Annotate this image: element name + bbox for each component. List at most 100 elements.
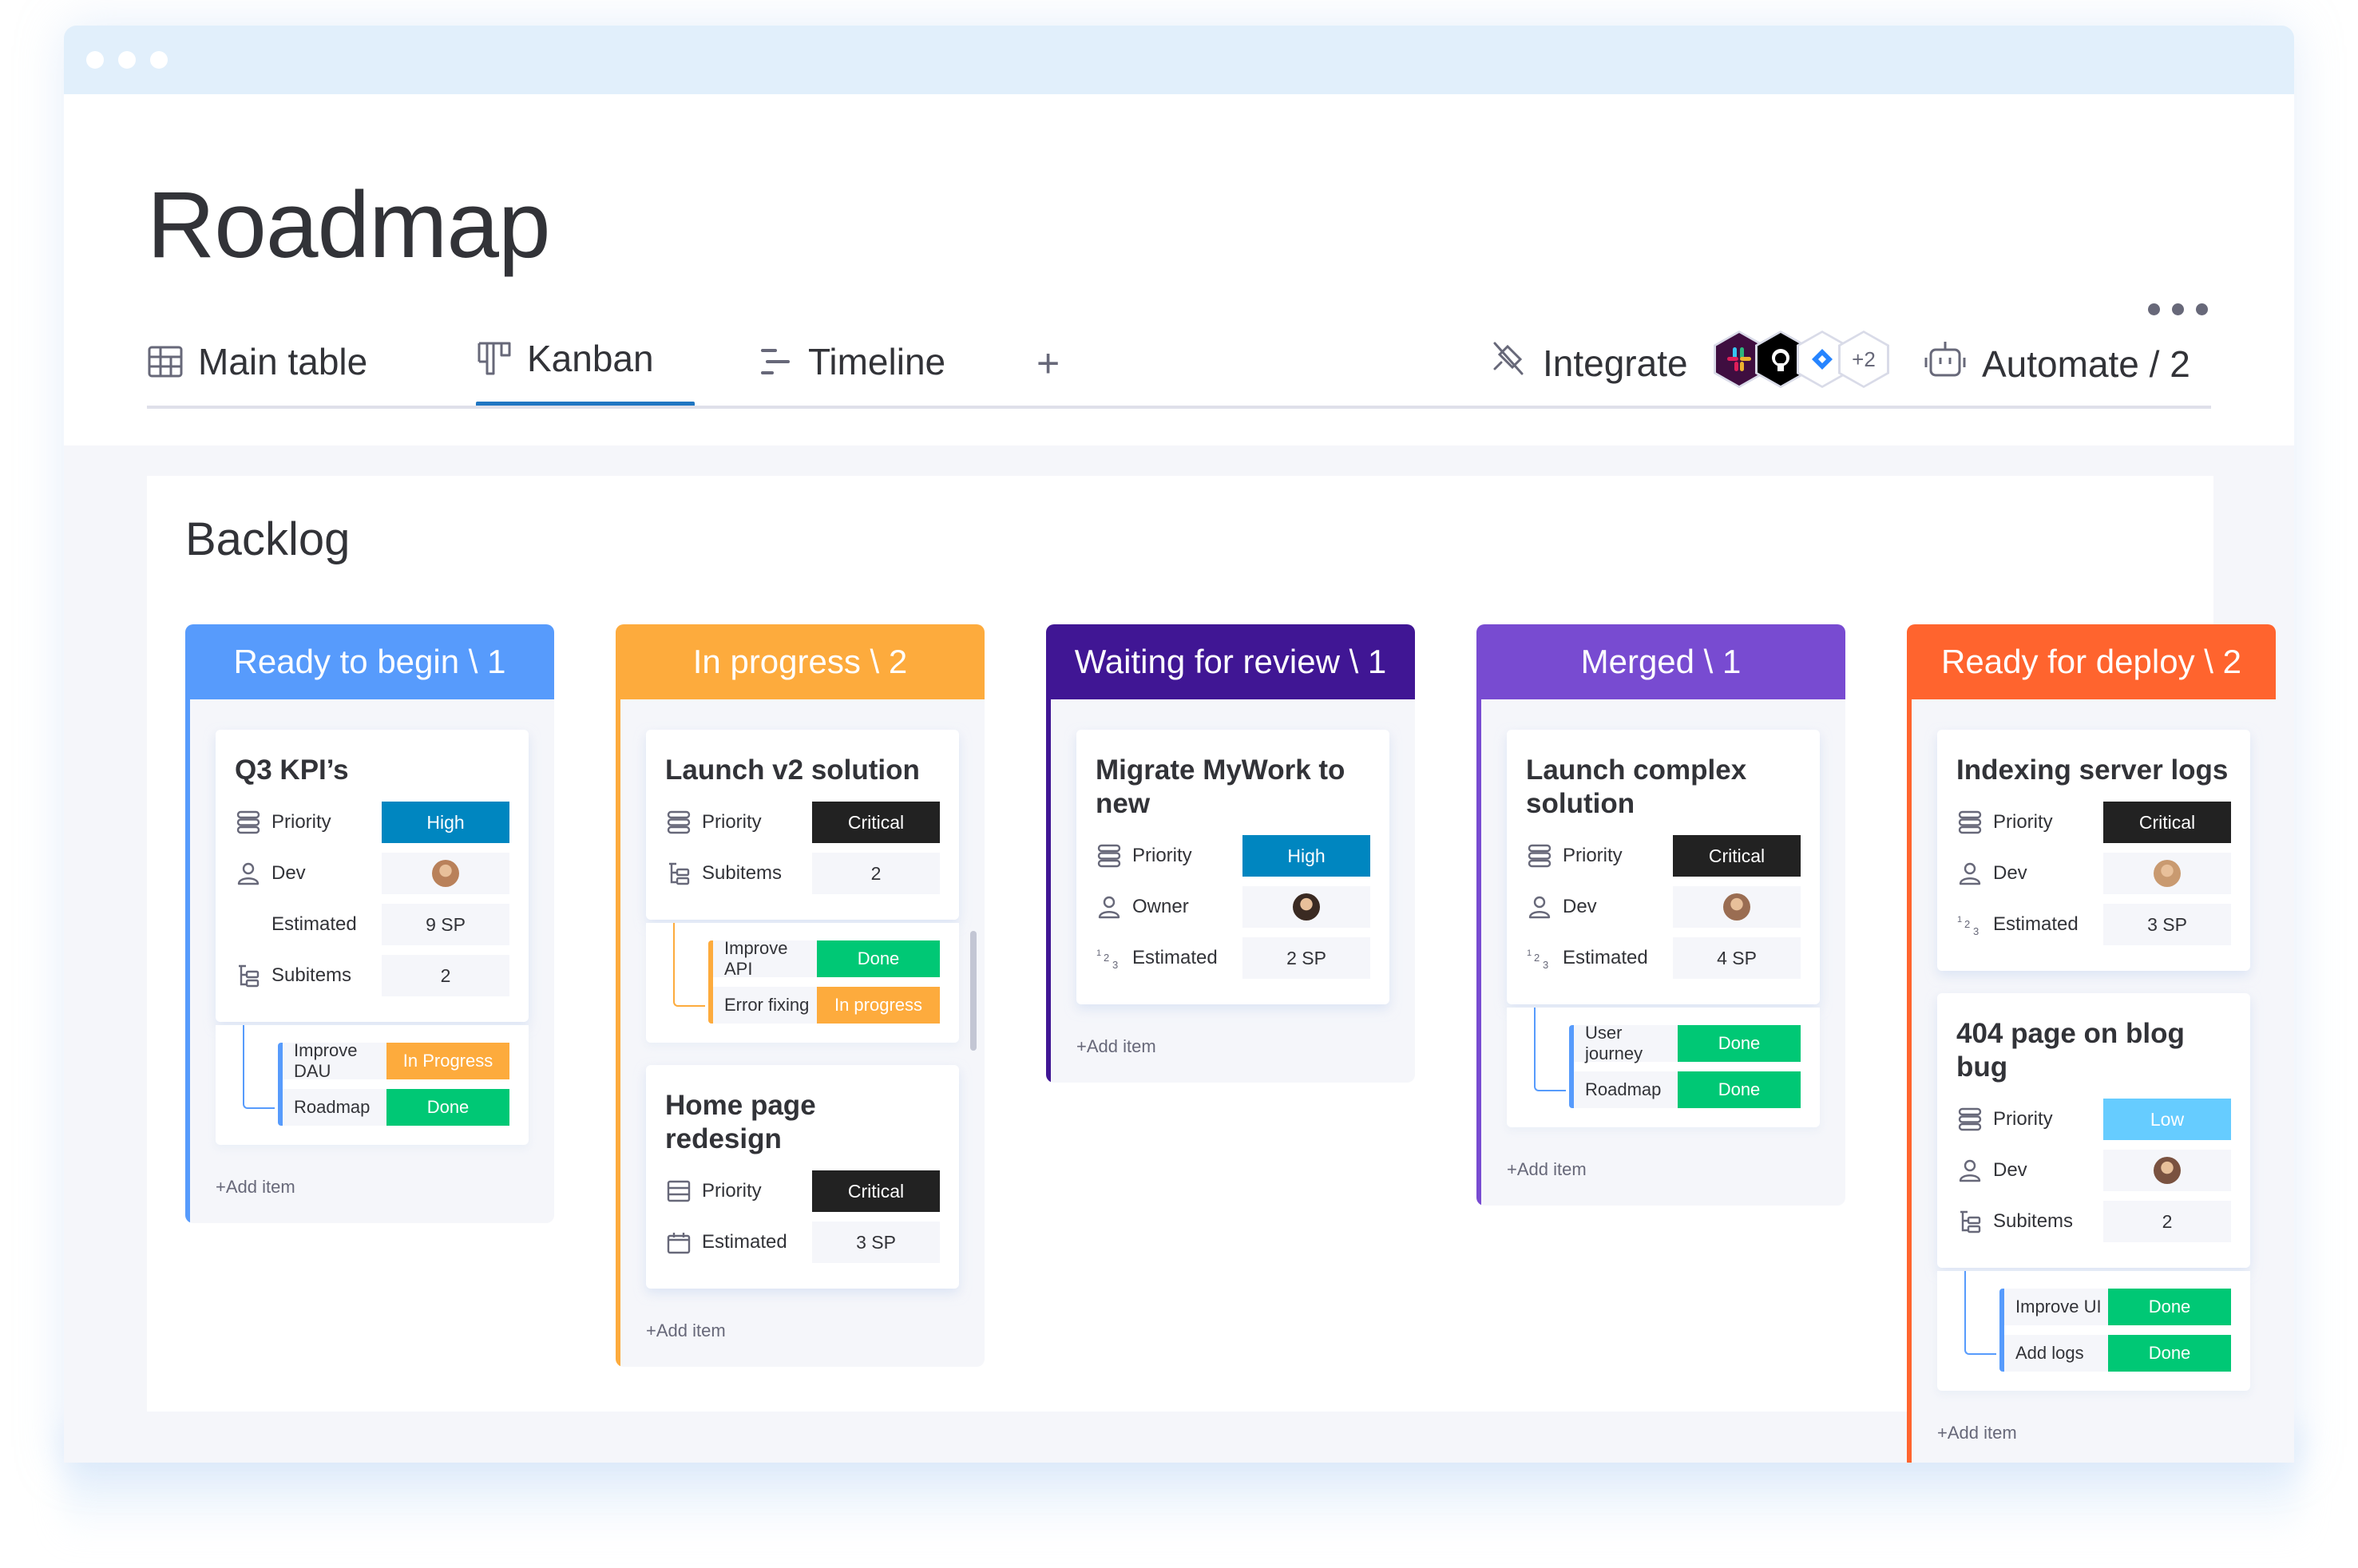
field-value[interactable]: 2 — [812, 853, 940, 894]
subitem-row[interactable]: Roadmap Done — [283, 1089, 509, 1126]
add-view-button[interactable]: + — [1036, 340, 1060, 386]
svg-text:3: 3 — [1973, 925, 1979, 936]
add-item-button[interactable]: +Add item — [646, 1321, 959, 1341]
window-controls — [86, 51, 168, 69]
more-integrations-badge: +2 — [1838, 331, 1889, 388]
field-value[interactable]: 2 — [2103, 1201, 2231, 1242]
column-header[interactable]: In progress \ 2 — [616, 624, 985, 699]
kanban-board: Backlog Ready to begin \ 1 Q3 KPI’s Priori… — [147, 476, 2276, 1463]
kanban-card[interactable]: Migrate MyWork to new Priority High Owner 1 2… — [1076, 730, 1389, 1004]
automate-button[interactable]: Automate / 2 — [1924, 340, 2190, 387]
subitems-list: Improve API Done Error fixing In progress — [708, 938, 940, 1024]
kanban-card[interactable]: Launch complex solution Priority Critical D… — [1507, 730, 1820, 1004]
subitem-row[interactable]: Roadmap Done — [1574, 1071, 1801, 1108]
field-value[interactable]: 4 SP — [1673, 937, 1801, 979]
status-badge[interactable]: Critical — [812, 802, 940, 843]
person-cell[interactable] — [1242, 886, 1370, 928]
window-dot-icon[interactable] — [86, 51, 104, 69]
card-title: Migrate MyWork to new — [1096, 754, 1345, 819]
status-badge[interactable]: High — [1242, 835, 1370, 877]
subitem-status-badge[interactable]: Done — [1678, 1071, 1801, 1108]
subitem-row[interactable]: User journey Done — [1574, 1023, 1801, 1063]
person-icon — [1526, 893, 1553, 921]
tab-main-table[interactable]: Main table — [147, 340, 367, 383]
subitems-icon — [1956, 1208, 1983, 1235]
column-scrollbar[interactable] — [970, 931, 977, 1051]
subitem-status-badge[interactable]: Done — [386, 1089, 509, 1126]
subitem-row[interactable]: Error fixing In progress — [713, 987, 940, 1024]
subitem-status-badge[interactable]: Done — [2108, 1289, 2231, 1325]
window-dot-icon[interactable] — [118, 51, 136, 69]
status-badge[interactable]: Critical — [1673, 835, 1801, 877]
kanban-card[interactable]: Home page redesign Priority Critical Estima… — [646, 1065, 959, 1289]
field-value[interactable]: 9 SP — [382, 904, 509, 945]
priority-icon — [1956, 809, 1983, 836]
subitems-panel: Improve DAU In Progress Roadmap Done — [216, 1025, 529, 1145]
column-header[interactable]: Ready to begin \ 1 — [185, 624, 554, 699]
page-title: Roadmap — [147, 172, 551, 278]
kanban-card[interactable]: Indexing server logs Priority Critical Dev 1… — [1937, 730, 2250, 971]
subitem-status-badge[interactable]: Done — [2108, 1335, 2231, 1372]
status-badge[interactable]: Critical — [812, 1170, 940, 1212]
person-cell[interactable] — [2103, 1150, 2231, 1191]
subitem-name: Improve API — [724, 938, 788, 979]
field-label: Subitems — [271, 964, 352, 986]
subitems-list: Improve UI Done Add logs Done — [1999, 1289, 2231, 1372]
field-label: Subitems — [1993, 1210, 2074, 1232]
person-cell[interactable] — [1673, 886, 1801, 928]
card-field-row: 1 2 3 Estimated 3 SP — [1956, 904, 2231, 945]
subitem-name: Roadmap — [1585, 1079, 1662, 1099]
kanban-card[interactable]: Launch v2 solution Priority Critical Subite… — [646, 730, 959, 920]
subitem-row[interactable]: Improve DAU In Progress — [283, 1040, 509, 1081]
card-field-row: Subitems 2 — [235, 955, 509, 996]
avatar[interactable] — [1723, 893, 1750, 921]
tab-kanban[interactable]: Kanban — [476, 337, 654, 380]
card-wrapper: Q3 KPI’s Priority High Dev Estimated 9 SP Subi… — [216, 730, 529, 1145]
priority-icon — [665, 809, 692, 836]
add-item-button[interactable]: +Add item — [216, 1177, 529, 1198]
field-label: Dev — [1993, 862, 2027, 884]
column-header[interactable]: Waiting for review \ 1 — [1046, 624, 1415, 699]
column-header[interactable]: Ready for deploy \ 2 — [1907, 624, 2276, 699]
subitem-row[interactable]: Improve UI Done — [2004, 1289, 2231, 1325]
column-header[interactable]: Merged \ 1 — [1476, 624, 1845, 699]
subitem-row[interactable]: Add logs Done — [2004, 1335, 2231, 1372]
integrate-button[interactable]: Integrate — [1490, 340, 1688, 386]
blank-icon — [235, 911, 262, 938]
ellipsis-icon[interactable] — [2148, 303, 2208, 315]
subitem-status-badge[interactable]: Done — [817, 940, 940, 977]
kanban-icon — [476, 340, 513, 377]
field-value[interactable]: 2 SP — [1242, 937, 1370, 979]
card-field-row: Dev — [1956, 1150, 2231, 1191]
status-badge[interactable]: Critical — [2103, 802, 2231, 843]
subitem-status-badge[interactable]: In progress — [817, 987, 940, 1024]
integration-apps[interactable]: +2 — [1714, 331, 1889, 388]
field-value[interactable]: 3 SP — [812, 1222, 940, 1263]
field-value[interactable]: 3 SP — [2103, 904, 2231, 945]
add-item-button[interactable]: +Add item — [1937, 1423, 2250, 1443]
field-label: Priority — [271, 811, 331, 833]
subitem-status-badge[interactable]: Done — [1678, 1025, 1801, 1062]
subitems-panel: Improve UI Done Add logs Done — [1937, 1271, 2250, 1391]
person-cell[interactable] — [382, 853, 509, 894]
subitem-row[interactable]: Improve API Done — [713, 938, 940, 979]
subitem-status-badge[interactable]: In Progress — [386, 1043, 509, 1079]
status-badge[interactable]: High — [382, 802, 509, 843]
kanban-card[interactable]: 404 page on blog bug Priority Low Dev Subite… — [1937, 993, 2250, 1268]
avatar[interactable] — [2154, 860, 2181, 887]
person-cell[interactable] — [2103, 853, 2231, 894]
status-badge[interactable]: Low — [2103, 1099, 2231, 1140]
card-title: Home page redesign — [665, 1090, 816, 1154]
avatar[interactable] — [1293, 893, 1320, 921]
field-label: Priority — [702, 811, 762, 833]
field-value[interactable]: 2 — [382, 955, 509, 996]
subitems-panel: User journey Done Roadmap Done — [1507, 1008, 1820, 1127]
add-item-button[interactable]: +Add item — [1076, 1036, 1389, 1057]
window-dot-icon[interactable] — [150, 51, 168, 69]
kanban-card[interactable]: Q3 KPI’s Priority High Dev Estimated 9 SP Subi… — [216, 730, 529, 1022]
avatar[interactable] — [2154, 1157, 2181, 1184]
field-label: Subitems — [702, 862, 783, 884]
avatar[interactable] — [432, 860, 459, 887]
tab-timeline[interactable]: Timeline — [757, 340, 945, 383]
add-item-button[interactable]: +Add item — [1507, 1159, 1820, 1180]
